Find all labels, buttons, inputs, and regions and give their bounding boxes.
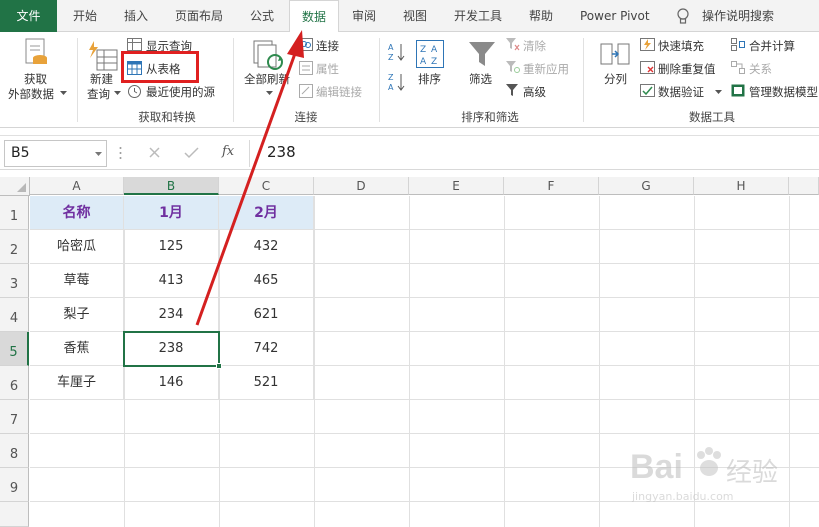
watermark-jingyan: 经验 [726, 458, 779, 488]
watermark-brand: Bai [630, 448, 683, 486]
paw-icon [697, 447, 721, 476]
watermark-url: jingyan.baidu.com [632, 490, 734, 503]
baidu-watermark: Bai 经验 jingyan.baidu.com [630, 444, 819, 527]
